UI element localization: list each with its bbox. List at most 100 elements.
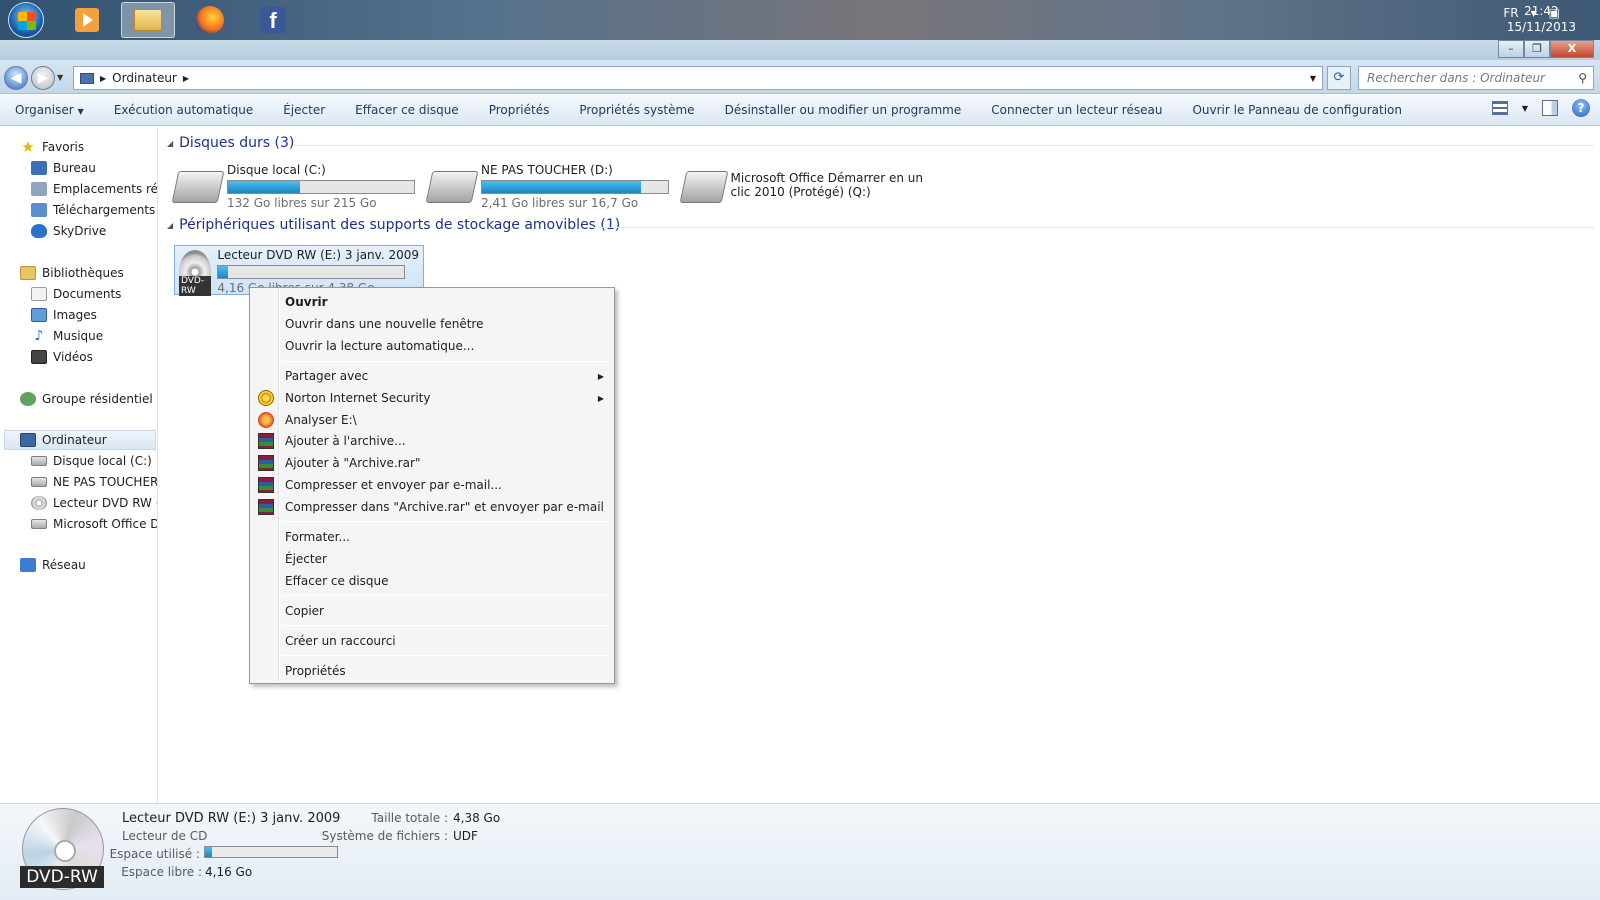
view-dropdown-icon[interactable]: ▼ xyxy=(1522,104,1528,113)
view-controls: ▼ ? xyxy=(1491,99,1590,117)
system-properties-button[interactable]: Propriétés système xyxy=(564,103,709,117)
collapse-icon[interactable]: ◢ xyxy=(167,139,173,148)
forward-button[interactable]: ▶ xyxy=(31,66,55,90)
nav-ne-pas-toucher[interactable]: NE PAS TOUCHER (D:) xyxy=(31,472,157,492)
minimize-button[interactable]: – xyxy=(1498,40,1524,58)
menu-item-norton[interactable]: Norton Internet Security ▶ xyxy=(252,387,612,409)
nav-microsoft-office[interactable]: Microsoft Office Démarrer xyxy=(31,514,157,534)
erase-disc-button[interactable]: Effacer ce disque xyxy=(340,103,474,117)
close-button[interactable]: X xyxy=(1550,40,1594,58)
uninstall-program-button[interactable]: Désinstaller ou modifier un programme xyxy=(710,103,977,117)
menu-item-ajouter-archive[interactable]: Ajouter à l'archive... xyxy=(252,430,612,452)
clock[interactable]: 21:42 15/11/2013 xyxy=(1507,3,1576,35)
navigation-pane: ★ Favoris Bureau Emplacements récents Tél… xyxy=(0,127,158,803)
breadcrumb-separator-icon[interactable]: ▶ xyxy=(100,74,106,83)
menu-label: Compresser dans "Archive.rar" et envoyer… xyxy=(285,500,604,514)
help-icon[interactable]: ? xyxy=(1572,99,1590,117)
context-menu: Ouvrir Ouvrir dans une nouvelle fenêtre … xyxy=(249,287,615,684)
nav-lecteur-dvd[interactable]: Lecteur DVD RW (E:) xyxy=(31,493,157,513)
nav-telechargements[interactable]: Téléchargements xyxy=(31,200,155,220)
breadcrumb-ordinateur[interactable]: Ordinateur xyxy=(112,71,177,85)
start-button[interactable] xyxy=(8,2,44,38)
group-header-removable[interactable]: ◢ Périphériques utilisant des supports de… xyxy=(167,217,620,233)
nav-ordinateur[interactable]: Ordinateur xyxy=(4,430,156,450)
organize-button[interactable]: Organiser ▼ xyxy=(0,103,99,117)
history-dropdown-icon[interactable]: ▼ xyxy=(57,73,63,82)
drive-c[interactable]: Disque local (C:) 132 Go libres sur 215 … xyxy=(171,163,415,210)
menu-item-lecture-automatique[interactable]: Ouvrir la lecture automatique... xyxy=(252,335,612,357)
downloads-icon xyxy=(31,203,47,217)
drive-d[interactable]: NE PAS TOUCHER (D:) 2,41 Go libres sur 1… xyxy=(425,163,669,210)
nav-emplacements-recents[interactable]: Emplacements récents xyxy=(31,179,157,199)
refresh-button[interactable]: ⟳ xyxy=(1327,66,1351,90)
menu-item-ouvrir-nouvelle-fenetre[interactable]: Ouvrir dans une nouvelle fenêtre xyxy=(252,313,612,335)
menu-item-analyser[interactable]: Analyser E:\ xyxy=(252,409,612,431)
menu-item-compresser-rar-email[interactable]: Compresser dans "Archive.rar" et envoyer… xyxy=(252,496,612,518)
map-network-drive-button[interactable]: Connecter un lecteur réseau xyxy=(976,103,1177,117)
nav-images[interactable]: Images xyxy=(31,305,97,325)
nav-label: Vidéos xyxy=(53,350,93,364)
nav-label: Téléchargements xyxy=(53,203,156,217)
menu-item-formater[interactable]: Formater... xyxy=(252,526,612,548)
search-input[interactable]: Rechercher dans : Ordinateur ⚲ xyxy=(1358,66,1594,90)
menu-item-partager-avec[interactable]: Partager avec ▶ xyxy=(252,365,612,387)
autoplay-button[interactable]: Exécution automatique xyxy=(99,103,268,117)
nav-bibliotheques[interactable]: Bibliothèques xyxy=(20,263,124,283)
group-header-hdd[interactable]: ◢ Disques durs (3) xyxy=(167,135,294,151)
open-control-panel-button[interactable]: Ouvrir le Panneau de configuration xyxy=(1177,103,1417,117)
address-bar[interactable]: ▶ Ordinateur ▶ ▼ xyxy=(73,66,1323,90)
details-usage-bar xyxy=(204,846,338,858)
details-title: Lecteur DVD RW (E:) 3 janv. 2009 xyxy=(122,811,341,826)
properties-button[interactable]: Propriétés xyxy=(474,103,565,117)
nav-label: Lecteur DVD RW (E:) xyxy=(53,496,157,510)
winrar-icon xyxy=(258,455,274,471)
nav-groupe-residentiel[interactable]: Groupe résidentiel xyxy=(20,389,153,409)
menu-item-compresser-email[interactable]: Compresser et envoyer par e-mail... xyxy=(252,474,612,496)
search-icon[interactable]: ⚲ xyxy=(1578,71,1587,85)
usage-fill xyxy=(218,266,228,278)
taskbar-explorer[interactable] xyxy=(121,2,175,38)
nav-reseau[interactable]: Réseau xyxy=(20,555,86,575)
address-dropdown-icon[interactable]: ▼ xyxy=(1310,74,1316,83)
nav-videos[interactable]: Vidéos xyxy=(31,347,93,367)
drive-q[interactable]: Microsoft Office Démarrer en un clic 201… xyxy=(679,163,923,203)
drive-name: Lecteur DVD RW (E:) 3 janv. 2009 xyxy=(217,248,419,262)
collapse-icon[interactable]: ◢ xyxy=(167,221,173,230)
taskbar-media-player[interactable] xyxy=(60,2,114,38)
menu-item-proprietes[interactable]: Propriétés xyxy=(252,660,612,682)
nav-musique[interactable]: ♪ Musique xyxy=(31,326,104,346)
videos-icon xyxy=(31,350,47,364)
windows-drive-icon xyxy=(171,171,225,203)
drive-name: Disque local (C:) xyxy=(227,163,326,177)
winrar-icon xyxy=(258,433,274,449)
menu-item-copier[interactable]: Copier xyxy=(252,600,612,622)
preview-pane-icon[interactable] xyxy=(1542,100,1558,116)
menu-item-effacer-disque[interactable]: Effacer ce disque xyxy=(252,570,612,592)
nav-skydrive[interactable]: SkyDrive xyxy=(31,221,106,241)
menu-item-ejecter[interactable]: Éjecter xyxy=(252,548,612,570)
nav-bureau[interactable]: Bureau xyxy=(31,158,96,178)
nav-favoris[interactable]: ★ Favoris xyxy=(20,137,84,157)
winrar-icon xyxy=(258,477,274,493)
nav-disque-local-c[interactable]: Disque local (C:) xyxy=(31,451,152,471)
taskbar-facebook[interactable]: f xyxy=(246,2,300,38)
menu-item-creer-raccourci[interactable]: Créer un raccourci xyxy=(252,630,612,652)
back-button[interactable]: ◀ xyxy=(4,66,28,90)
taskbar-firefox[interactable] xyxy=(183,2,237,38)
drive-free-space: 132 Go libres sur 215 Go xyxy=(227,196,377,210)
nav-documents[interactable]: Documents xyxy=(31,284,121,304)
dvd-drive-icon xyxy=(31,496,47,510)
menu-item-ajouter-archive-rar[interactable]: Ajouter à "Archive.rar" xyxy=(252,452,612,474)
firefox-icon xyxy=(196,6,224,34)
eject-button[interactable]: Éjecter xyxy=(268,103,340,117)
change-view-icon[interactable] xyxy=(1491,101,1508,115)
hard-drive-icon xyxy=(31,519,47,529)
nav-label: Bibliothèques xyxy=(42,266,124,280)
breadcrumb-separator-icon[interactable]: ▶ xyxy=(183,74,189,83)
drive-usage-bar xyxy=(227,180,415,194)
restore-button[interactable]: ❐ xyxy=(1524,40,1550,58)
window-titlebar[interactable] xyxy=(0,40,1600,60)
facebook-icon: f xyxy=(260,7,286,33)
menu-label: Norton Internet Security xyxy=(285,391,431,405)
menu-item-ouvrir[interactable]: Ouvrir xyxy=(252,291,612,313)
